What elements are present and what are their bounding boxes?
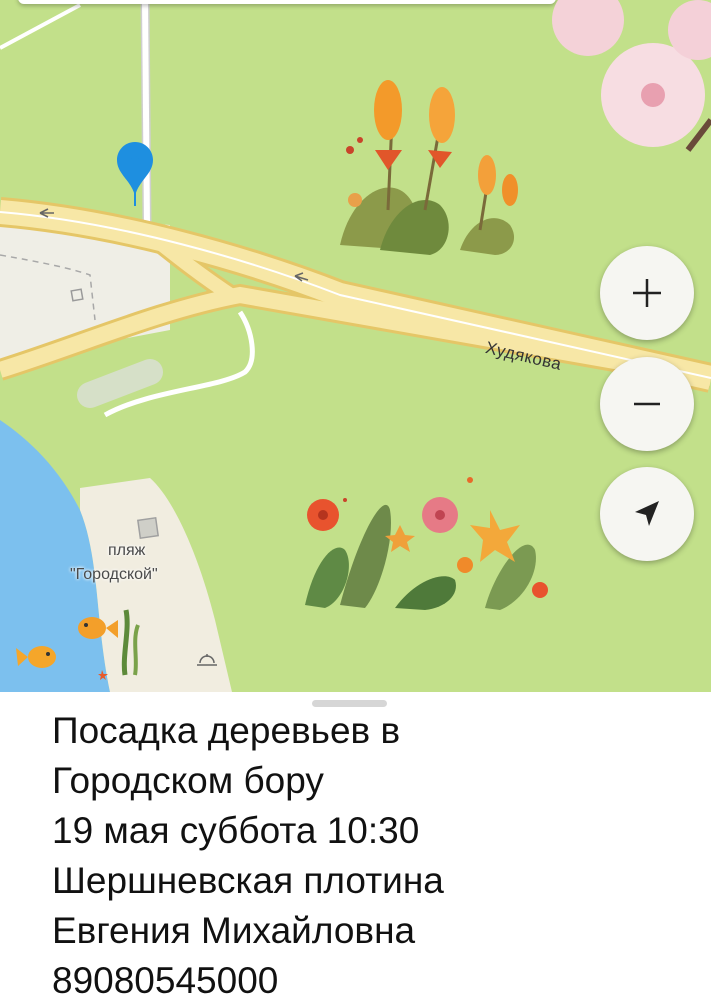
zoom-in-button[interactable]: [600, 246, 694, 340]
event-description: Посадка деревьев в Городском бору 19 мая…: [52, 706, 702, 1006]
event-location: Шершневская плотина: [52, 860, 444, 901]
event-info-sheet[interactable]: Посадка деревьев в Городском бору 19 мая…: [0, 692, 711, 1001]
decorative-plants-icon: [340, 80, 518, 255]
poi-label-beach: пляж: [108, 542, 146, 559]
my-location-button[interactable]: [600, 467, 694, 561]
beach-sun-icon: [197, 654, 217, 666]
location-pin-icon[interactable]: [114, 140, 156, 208]
plus-icon: [633, 279, 661, 307]
zoom-out-button[interactable]: [600, 357, 694, 451]
map-view[interactable]: Худякова пляж "Городской": [0, 0, 711, 692]
event-contact-phone[interactable]: 89080545000: [52, 956, 702, 1006]
building-icon: [136, 516, 160, 540]
decorative-flowers-icon: [305, 477, 548, 610]
fish-decoration-icon: [16, 609, 140, 680]
poi-label-beach-name: "Городской": [70, 566, 158, 583]
cherry-blossom-icon: [552, 0, 711, 152]
event-title-line-2: Городском бору: [52, 760, 324, 801]
event-title-line-1: Посадка деревьев в: [52, 710, 401, 751]
event-contact-name: Евгения Михайловна: [52, 910, 416, 951]
minus-icon: [634, 402, 660, 406]
search-bar-edge[interactable]: [18, 0, 556, 4]
event-datetime: 19 мая суббота 10:30: [52, 810, 420, 851]
navigation-arrow-icon: [635, 501, 659, 526]
